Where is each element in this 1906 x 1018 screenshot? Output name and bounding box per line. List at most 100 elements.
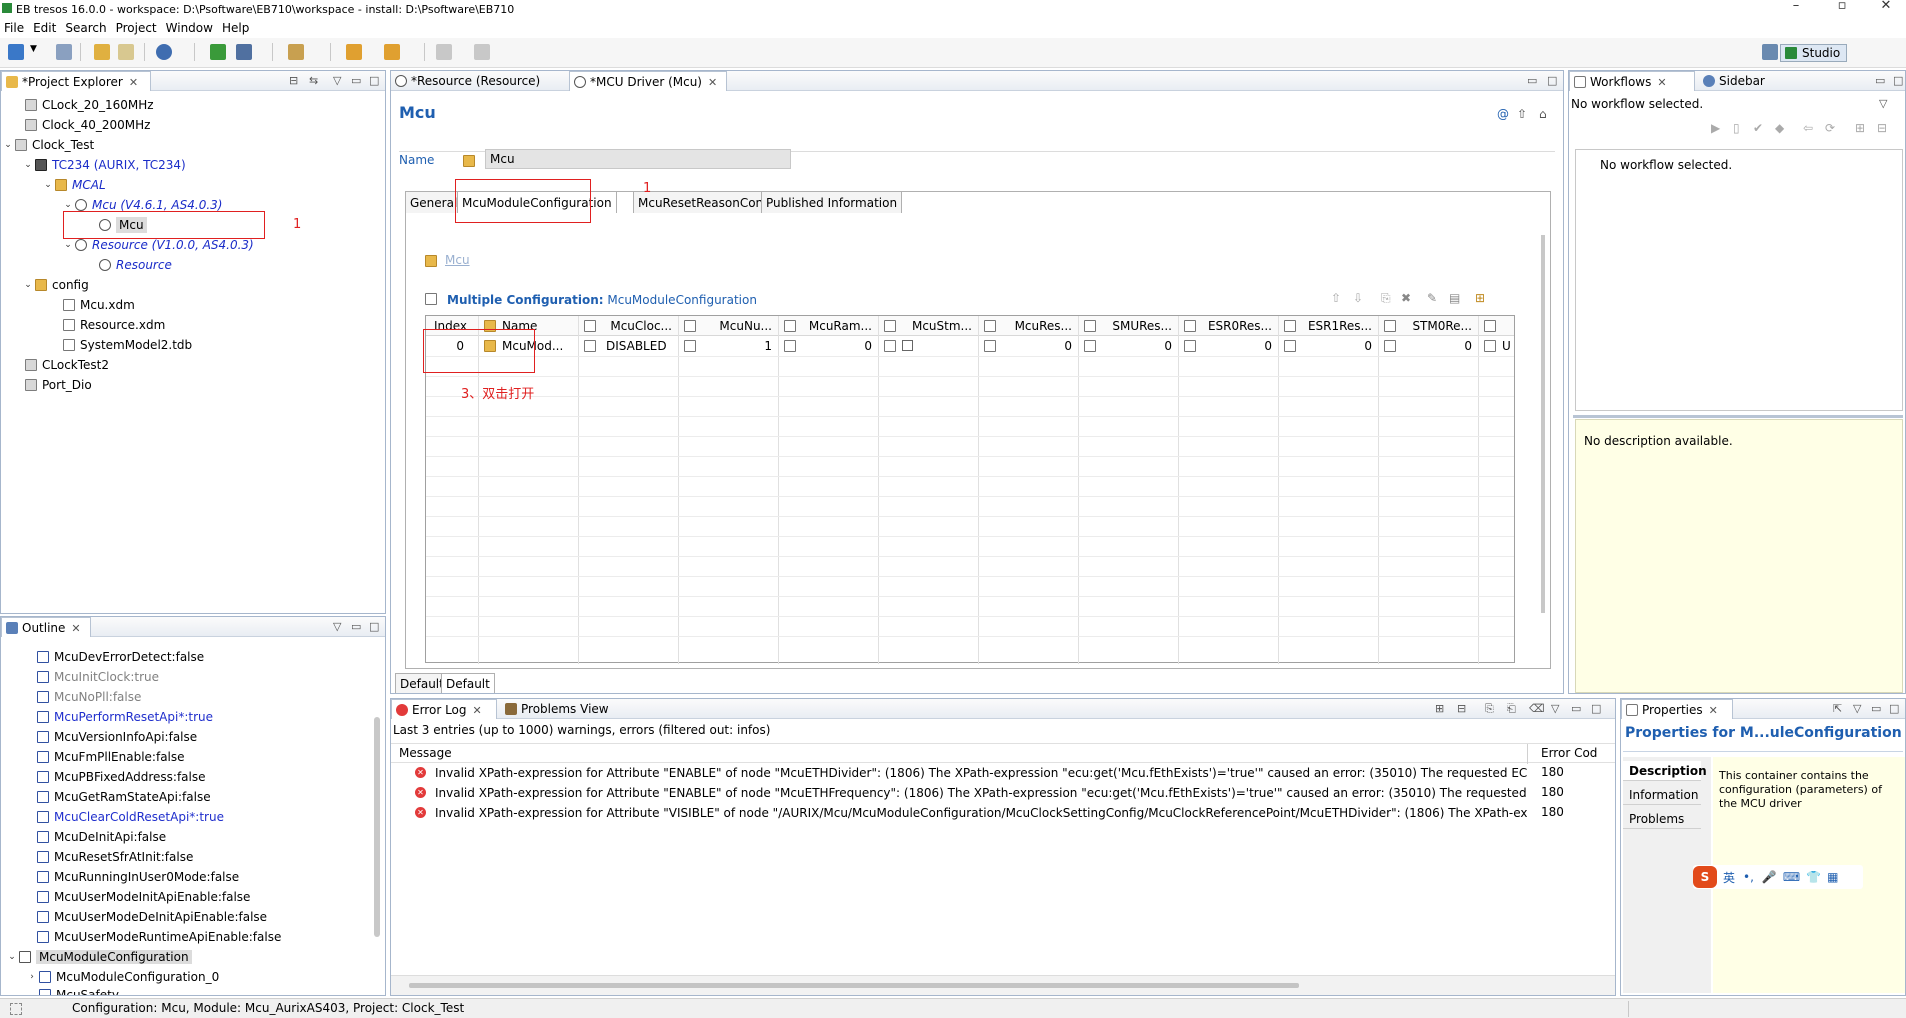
tab-project-explorer[interactable]: *Project Explorer ✕ <box>1 71 151 91</box>
tab-outline[interactable]: Outline ✕ <box>1 617 91 637</box>
ime-menu-icon[interactable]: ▦ <box>1827 870 1838 884</box>
undo-icon[interactable] <box>94 44 110 60</box>
minimize-button[interactable]: – <box>1782 0 1810 16</box>
outline-item[interactable]: McuPerformResetApi*:true <box>37 709 213 725</box>
new-icon[interactable] <box>8 44 24 60</box>
tree-item-config-folder[interactable]: ⌄ config <box>23 277 89 293</box>
col-header[interactable]: SMURes... <box>1084 316 1178 336</box>
wizard-icon[interactable] <box>288 44 304 60</box>
outline-item[interactable]: McuDevErrorDetect:false <box>37 649 204 665</box>
view-menu-icon[interactable]: ▽ <box>333 620 341 633</box>
globe-icon[interactable] <box>156 44 172 60</box>
tab-default-2[interactable]: Default <box>441 673 495 693</box>
tab-published-information[interactable]: Published Information <box>761 191 903 213</box>
home-icon[interactable]: ⌂ <box>1539 107 1547 121</box>
up-arrow-icon[interactable]: ⇧ <box>1517 107 1527 121</box>
chevron-right-icon[interactable]: › <box>27 972 37 982</box>
perspective-icon[interactable] <box>1762 44 1778 60</box>
col-header[interactable]: ESR0Res... <box>1184 316 1278 336</box>
chevron-down-icon[interactable]: ⌄ <box>23 157 33 173</box>
maximize-view-icon[interactable]: □ <box>1889 702 1899 715</box>
minimize-view-icon[interactable]: ▭ <box>1527 74 1537 87</box>
menu-edit[interactable]: Edit <box>33 21 56 35</box>
maximize-view-icon[interactable]: □ <box>1591 702 1601 715</box>
close-icon[interactable]: ✕ <box>1657 76 1666 89</box>
cell-value[interactable]: DISABLED <box>584 336 678 356</box>
cell-value[interactable]: 0 <box>1384 336 1478 356</box>
chevron-down-icon[interactable]: ⌄ <box>3 137 13 153</box>
cell-value[interactable]: 0 <box>1284 336 1378 356</box>
chevron-down-icon[interactable]: ⌄ <box>7 952 17 962</box>
tab-information[interactable]: Information <box>1623 785 1701 805</box>
maximize-view-icon[interactable]: □ <box>369 74 379 87</box>
maximize-view-icon[interactable]: □ <box>1547 74 1557 87</box>
col-header-message[interactable]: Message <box>399 746 452 760</box>
tab-resource-editor[interactable]: *Resource (Resource) <box>391 71 567 91</box>
outline-item[interactable]: McuNoPll:false <box>37 689 141 705</box>
collapse-icon[interactable]: ⊟ <box>1457 702 1466 715</box>
tree-item-clock20[interactable]: CLock_20_160MHz <box>13 97 154 113</box>
col-header-error-code[interactable]: Error Cod <box>1541 746 1597 760</box>
col-header[interactable]: McuNu... <box>684 316 778 336</box>
cell-checkbox[interactable] <box>884 336 978 356</box>
ime-language[interactable]: 英 <box>1723 869 1735 886</box>
outline-item[interactable]: McuUserModeRuntimeApiEnable:false <box>37 929 281 945</box>
editor-scrollbar[interactable] <box>1541 235 1545 613</box>
view-menu-icon[interactable]: ▽ <box>1853 702 1861 715</box>
menu-window[interactable]: Window <box>166 21 213 35</box>
close-icon[interactable]: ✕ <box>129 76 138 89</box>
ime-punct[interactable]: •, <box>1743 870 1754 884</box>
cell-value[interactable]: 0 <box>984 336 1078 356</box>
shield-icon[interactable]: ◆ <box>1775 121 1784 135</box>
col-header[interactable]: McuRes... <box>984 316 1078 336</box>
view-menu-icon[interactable]: ▽ <box>1551 702 1559 715</box>
tree-item-systemmodel[interactable]: SystemModel2.tdb <box>51 337 192 353</box>
outline-item[interactable]: McuUserModeDeInitApiEnable:false <box>37 909 267 925</box>
cell-value[interactable]: 0 <box>1184 336 1278 356</box>
studio-perspective-button[interactable]: Studio <box>1780 44 1848 62</box>
back-arrow-icon[interactable] <box>346 44 362 60</box>
edit-icon[interactable]: ✎ <box>1427 291 1437 305</box>
cell-value[interactable]: 0 <box>784 336 878 356</box>
link-icon[interactable] <box>474 44 490 60</box>
menu-help[interactable]: Help <box>222 21 249 35</box>
cell-value[interactable]: U <box>1484 336 1514 356</box>
col-header[interactable]: McuRam... <box>784 316 878 336</box>
col-header[interactable]: McuStm... <box>884 316 978 336</box>
outline-item[interactable]: McuPBFixedAddress:false <box>37 769 206 785</box>
close-icon[interactable]: ✕ <box>71 622 80 635</box>
generate-icon[interactable] <box>236 44 252 60</box>
close-icon[interactable]: ✕ <box>1709 704 1718 717</box>
import-icon[interactable]: ⎗ <box>1507 702 1516 716</box>
book-icon[interactable]: ▯ <box>1733 121 1740 135</box>
tab-sidebar[interactable]: Sidebar <box>1699 71 1789 91</box>
tree-item-resource-module[interactable]: ⌄ Resource (V1.0.0, AS4.0.3) <box>63 237 254 253</box>
build-icon[interactable] <box>210 44 226 60</box>
move-up-icon[interactable]: ⇧ <box>1331 291 1341 305</box>
refresh-icon[interactable]: ⟳ <box>1825 121 1835 135</box>
tree-item-mcu-xdm[interactable]: Mcu.xdm <box>51 297 135 313</box>
tab-description[interactable]: Description <box>1623 761 1707 781</box>
close-icon[interactable]: ✕ <box>473 704 482 717</box>
checkbox[interactable] <box>902 340 913 351</box>
minimize-view-icon[interactable]: ▭ <box>1571 702 1581 715</box>
menu-file[interactable]: File <box>4 21 24 35</box>
view-menu-icon[interactable]: ▽ <box>1879 97 1887 110</box>
tab-problems-view[interactable]: Problems View <box>501 699 631 719</box>
menu-search[interactable]: Search <box>65 21 106 35</box>
chevron-down-icon[interactable]: ⌄ <box>63 237 73 253</box>
rename-icon[interactable]: ▤ <box>1449 291 1460 305</box>
scroll-thumb[interactable] <box>409 983 1299 988</box>
chevron-down-icon[interactable]: ⌄ <box>43 177 53 193</box>
log-row-message[interactable]: Invalid XPath-expression for Attribute "… <box>435 805 1527 821</box>
col-header[interactable]: ESR1Res... <box>1284 316 1378 336</box>
tab-mcu-reset-reason-conf[interactable]: McuResetReasonConf <box>633 191 773 213</box>
chevron-down-icon[interactable]: ⌄ <box>23 277 33 293</box>
outline-item[interactable]: McuVersionInfoApi:false <box>37 729 197 745</box>
outline-item-module-config[interactable]: ⌄ McuModuleConfiguration <box>7 949 192 965</box>
tree-item-mcal[interactable]: ⌄ MCAL <box>43 177 105 193</box>
check-icon[interactable]: ✔ <box>1753 121 1763 135</box>
expand-icon[interactable]: ⊞ <box>1855 121 1865 135</box>
outline-item-module-config-0[interactable]: › McuModuleConfiguration_0 <box>27 969 219 985</box>
tab-problems[interactable]: Problems <box>1623 809 1701 829</box>
